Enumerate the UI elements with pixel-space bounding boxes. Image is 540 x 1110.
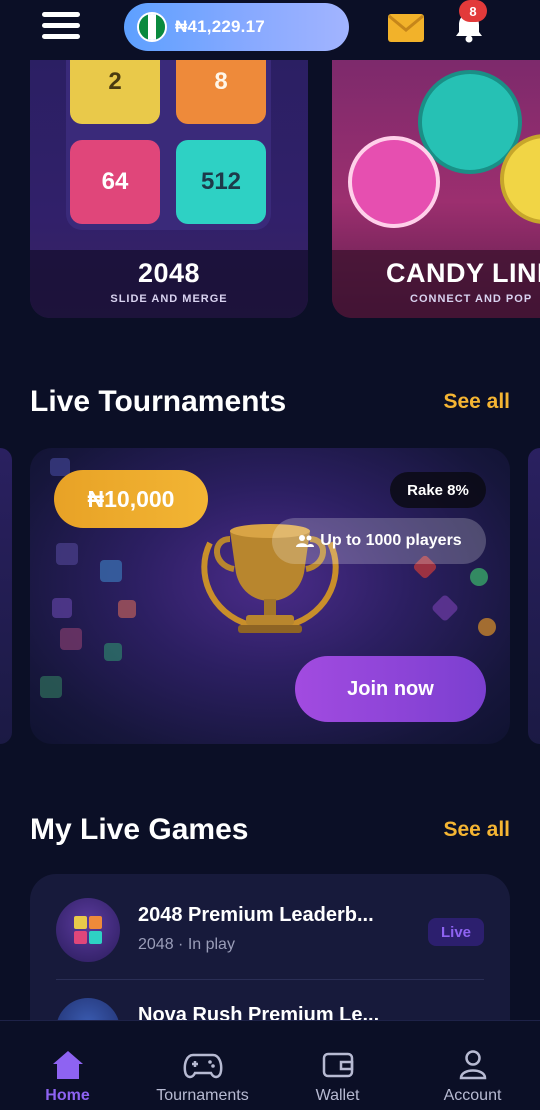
top-bar: ₦41,229.17 8 bbox=[0, 0, 540, 60]
nav-item-home[interactable]: Home bbox=[0, 1021, 135, 1110]
wallet-icon bbox=[322, 1052, 353, 1078]
nav-item-tournaments[interactable]: Tournaments bbox=[135, 1021, 270, 1110]
tile: 8 bbox=[176, 60, 266, 124]
decor-gem bbox=[470, 568, 488, 586]
nav-label: Tournaments bbox=[156, 1087, 249, 1104]
players-label: Up to 1000 players bbox=[320, 532, 462, 549]
users-icon bbox=[296, 535, 315, 547]
divider bbox=[56, 979, 484, 980]
home-icon bbox=[52, 1051, 83, 1079]
balance-pill[interactable]: ₦41,229.17 bbox=[124, 3, 349, 51]
players-pill: Up to 1000 players bbox=[272, 518, 486, 564]
tile: 512 bbox=[176, 140, 266, 224]
see-all-tournaments-link[interactable]: See all bbox=[443, 390, 510, 414]
tournament-card[interactable]: ₦10,000 Rake 8% Up to 1000 players Join … bbox=[30, 448, 510, 744]
nav-label: Wallet bbox=[315, 1087, 360, 1104]
join-now-button[interactable]: Join now bbox=[295, 656, 486, 722]
rake-badge: Rake 8% bbox=[390, 472, 486, 508]
list-item[interactable]: 2048 Premium Leaderb... 2048 · In play L… bbox=[56, 898, 484, 968]
game-subtitle: CONNECT AND POP bbox=[410, 293, 533, 305]
status-badge: Live bbox=[428, 918, 484, 946]
gamepad-icon bbox=[183, 1053, 222, 1079]
nav-item-wallet[interactable]: Wallet bbox=[270, 1021, 405, 1110]
nav-label: Home bbox=[45, 1087, 90, 1104]
nigeria-flag-icon bbox=[137, 12, 167, 42]
see-all-live-games-link[interactable]: See all bbox=[443, 818, 510, 842]
candy-ball bbox=[348, 136, 440, 228]
previous-tournament-card[interactable] bbox=[0, 448, 12, 744]
live-game-title: 2048 Premium Leaderb... bbox=[138, 904, 374, 926]
card-caption: CANDY LINE CONNECT AND POP bbox=[332, 250, 540, 318]
menu-icon[interactable] bbox=[42, 12, 80, 42]
decor-tile bbox=[118, 600, 136, 618]
game-subtitle: SLIDE AND MERGE bbox=[110, 293, 228, 305]
tile: 2 bbox=[70, 60, 160, 124]
user-icon bbox=[459, 1050, 486, 1080]
live-game-subtitle: 2048 · In play bbox=[138, 936, 235, 953]
game-title: CANDY LINE bbox=[386, 258, 540, 288]
game-board: 2 8 64 512 bbox=[66, 60, 271, 230]
tile: 64 bbox=[70, 140, 160, 224]
nav-label: Account bbox=[443, 1087, 502, 1104]
bottom-nav: Home Tournaments Wallet Account bbox=[0, 1020, 540, 1110]
section-title-my-live-games: My Live Games bbox=[30, 813, 249, 846]
balance-amount: ₦41,229.17 bbox=[175, 17, 265, 36]
next-tournament-card[interactable] bbox=[528, 448, 540, 744]
prize-pill: ₦10,000 bbox=[54, 470, 208, 528]
game-card-candy-line[interactable]: CANDY LINE CONNECT AND POP bbox=[332, 60, 540, 318]
card-caption: 2048 SLIDE AND MERGE bbox=[30, 250, 308, 318]
game-card-2048[interactable]: 2 8 64 512 2048 SLIDE AND MERGE bbox=[30, 60, 308, 318]
game-2048-icon bbox=[56, 898, 120, 962]
decor-gem bbox=[430, 593, 460, 623]
notification-badge: 8 bbox=[459, 0, 487, 22]
decor-tile bbox=[60, 628, 82, 650]
mail-icon[interactable] bbox=[388, 14, 424, 42]
decor-gem bbox=[478, 618, 496, 636]
game-title: 2048 bbox=[137, 258, 201, 288]
decor-tile bbox=[104, 643, 122, 661]
decor-tile bbox=[40, 676, 62, 698]
decor-tile bbox=[56, 543, 78, 565]
nav-item-account[interactable]: Account bbox=[405, 1021, 540, 1110]
section-title-live-tournaments: Live Tournaments bbox=[30, 385, 287, 418]
decor-tile bbox=[52, 598, 72, 618]
decor-tile bbox=[100, 560, 122, 582]
